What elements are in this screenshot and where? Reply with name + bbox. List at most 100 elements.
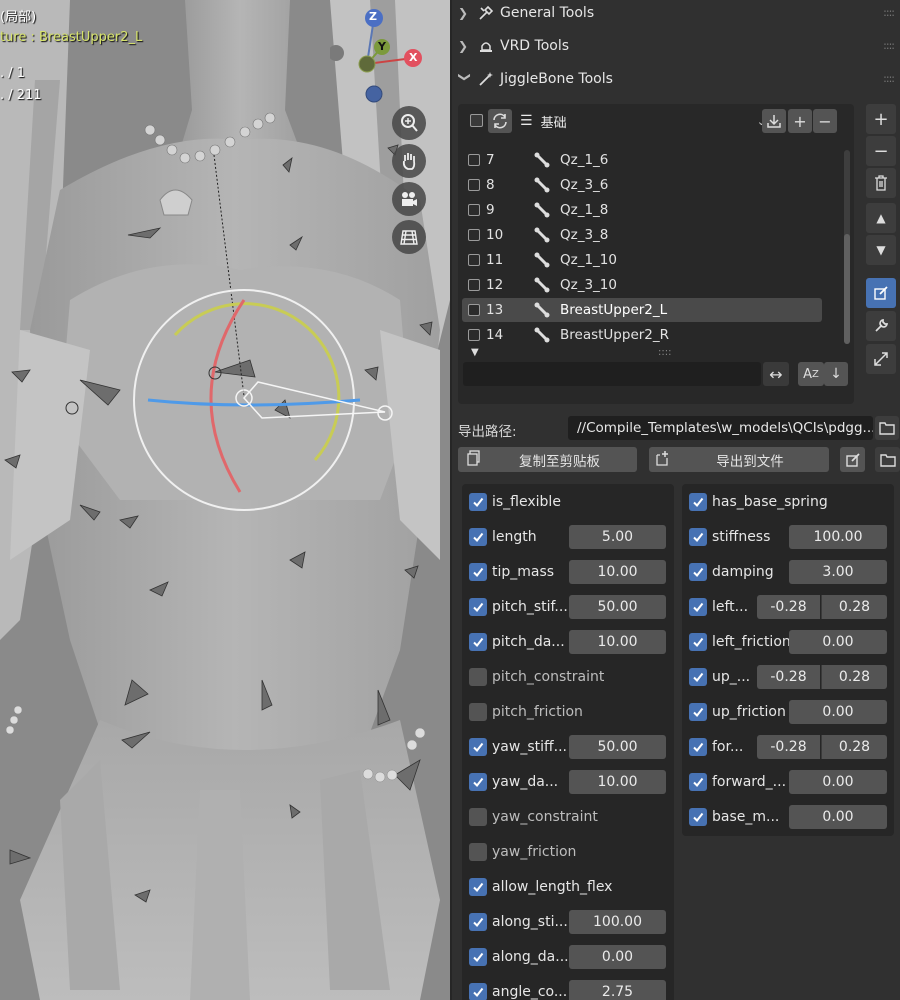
property-checkbox[interactable] [469, 913, 487, 931]
list-item[interactable]: 9 Qz_1_8 [462, 198, 822, 222]
edit-file-icon[interactable] [840, 447, 865, 472]
property-value-field[interactable]: 0.00 [789, 805, 887, 829]
property-checkbox[interactable] [689, 563, 707, 581]
property-checkbox[interactable] [469, 738, 487, 756]
hand-pan-icon[interactable] [392, 144, 426, 178]
property-checkbox[interactable] [689, 703, 707, 721]
folder-icon[interactable] [875, 416, 899, 440]
list-item-selected[interactable]: 13 BreastUpper2_L [462, 298, 822, 322]
drag-handle-icon[interactable]: :::: [883, 6, 895, 19]
property-value-field[interactable]: 10.00 [569, 630, 666, 654]
property-value-field[interactable]: 50.00 [569, 595, 666, 619]
list-item[interactable]: 7 Qz_1_6 [462, 148, 822, 172]
sort-desc-icon[interactable]: ↓ [824, 362, 848, 386]
open-folder-icon[interactable] [875, 447, 900, 472]
list-item[interactable]: 12 Qz_3_10 [462, 273, 822, 297]
section-jigglebone-tools[interactable]: ❯ JiggleBone Tools :::: [450, 62, 900, 95]
list-item[interactable]: 14 BreastUpper2_R [462, 323, 822, 347]
property-value-field[interactable]: 2.75 [569, 980, 666, 1000]
property-max-field[interactable]: 0.28 [821, 735, 887, 759]
property-min-field[interactable]: -0.28 [757, 665, 820, 689]
property-checkbox[interactable] [689, 738, 707, 756]
move-down-icon[interactable]: ▼ [866, 235, 896, 265]
edit-mode-icon[interactable] [866, 278, 896, 308]
remove-item-icon[interactable]: − [866, 136, 896, 166]
remove-icon[interactable]: − [813, 109, 837, 133]
property-checkbox[interactable] [469, 878, 487, 896]
property-checkbox[interactable] [469, 563, 487, 581]
3d-viewport[interactable]: (局部) ture : BreastUpper2_L . / 1 . / 211… [0, 0, 450, 1000]
property-checkbox[interactable] [689, 773, 707, 791]
grid-icon[interactable] [392, 220, 426, 254]
filter-input[interactable] [463, 362, 761, 386]
property-checkbox[interactable] [469, 983, 487, 1000]
list-item[interactable]: 10 Qz_3_8 [462, 223, 822, 247]
property-value-field[interactable]: 0.00 [789, 770, 887, 794]
property-value-field[interactable]: 100.00 [789, 525, 887, 549]
export-path-input[interactable]: //Compile_Templates\w_models\QCIs\pdgg..… [568, 416, 873, 440]
invert-filter-icon[interactable]: ↔ [763, 362, 789, 386]
list-item[interactable]: 8 Qz_3_6 [462, 173, 822, 197]
property-value-field[interactable]: 50.00 [569, 735, 666, 759]
property-checkbox[interactable] [469, 948, 487, 966]
property-checkbox[interactable] [689, 633, 707, 651]
row-checkbox[interactable] [468, 304, 480, 316]
export-to-file-button[interactable]: 导出到文件 [649, 447, 829, 472]
list-item[interactable]: 11 Qz_1_10 [462, 248, 822, 272]
select-all-checkbox[interactable] [470, 114, 483, 127]
row-checkbox[interactable] [468, 254, 480, 266]
property-checkbox[interactable] [689, 598, 707, 616]
property-checkbox[interactable] [469, 843, 487, 861]
copy-to-clipboard-button[interactable]: 复制至剪贴板 [458, 447, 637, 472]
property-checkbox[interactable] [469, 528, 487, 546]
property-value-field[interactable]: 100.00 [569, 910, 666, 934]
drag-handle-icon[interactable]: :::: [883, 72, 895, 85]
sort-alpha-icon[interactable]: AZ [798, 362, 824, 386]
sync-icon[interactable] [488, 109, 512, 133]
drag-handle-icon[interactable]: :::: [883, 39, 895, 52]
property-checkbox[interactable] [689, 528, 707, 546]
scrollbar-thumb[interactable] [844, 234, 850, 344]
move-up-icon[interactable]: ▲ [866, 203, 896, 233]
row-checkbox[interactable] [468, 279, 480, 291]
property-checkbox[interactable] [469, 633, 487, 651]
row-checkbox[interactable] [468, 154, 480, 166]
property-value-field[interactable]: 10.00 [569, 770, 666, 794]
add-icon[interactable]: + [788, 109, 812, 133]
section-general-tools[interactable]: ❯ General Tools :::: [450, 0, 900, 29]
list-scrollbar[interactable] [844, 150, 850, 344]
add-item-icon[interactable]: + [866, 104, 896, 134]
trash-icon[interactable] [866, 168, 896, 198]
property-min-field[interactable]: -0.28 [757, 595, 820, 619]
property-max-field[interactable]: 0.28 [821, 665, 887, 689]
property-value-field[interactable]: 10.00 [569, 560, 666, 584]
resize-handle-icon[interactable]: :::: [658, 347, 671, 358]
property-checkbox[interactable] [689, 808, 707, 826]
row-checkbox[interactable] [468, 229, 480, 241]
section-vrd-tools[interactable]: ❯ VRD Tools :::: [450, 29, 900, 62]
property-checkbox[interactable] [469, 493, 487, 511]
property-max-field[interactable]: 0.28 [821, 595, 887, 619]
wrench-icon[interactable] [866, 311, 896, 341]
property-checkbox[interactable] [469, 668, 487, 686]
property-checkbox[interactable] [689, 493, 707, 511]
row-checkbox[interactable] [468, 329, 480, 341]
property-value-field[interactable]: 0.00 [789, 630, 887, 654]
zoom-icon[interactable] [392, 106, 426, 140]
property-checkbox[interactable] [469, 808, 487, 826]
import-icon[interactable] [762, 109, 786, 133]
row-checkbox[interactable] [468, 179, 480, 191]
property-value-field[interactable]: 3.00 [789, 560, 887, 584]
row-checkbox[interactable] [468, 204, 480, 216]
camera-icon[interactable] [392, 182, 426, 216]
property-value-field[interactable]: 0.00 [789, 700, 887, 724]
property-checkbox[interactable] [689, 668, 707, 686]
property-checkbox[interactable] [469, 773, 487, 791]
property-min-field[interactable]: -0.28 [757, 735, 820, 759]
export-tool-icon[interactable] [866, 344, 896, 374]
property-value-field[interactable]: 5.00 [569, 525, 666, 549]
property-checkbox[interactable] [469, 703, 487, 721]
preset-dropdown[interactable]: ☰ 基础 ⌄ [520, 109, 768, 133]
expand-filter-icon[interactable]: ▼ [471, 347, 479, 358]
property-value-field[interactable]: 0.00 [569, 945, 666, 969]
